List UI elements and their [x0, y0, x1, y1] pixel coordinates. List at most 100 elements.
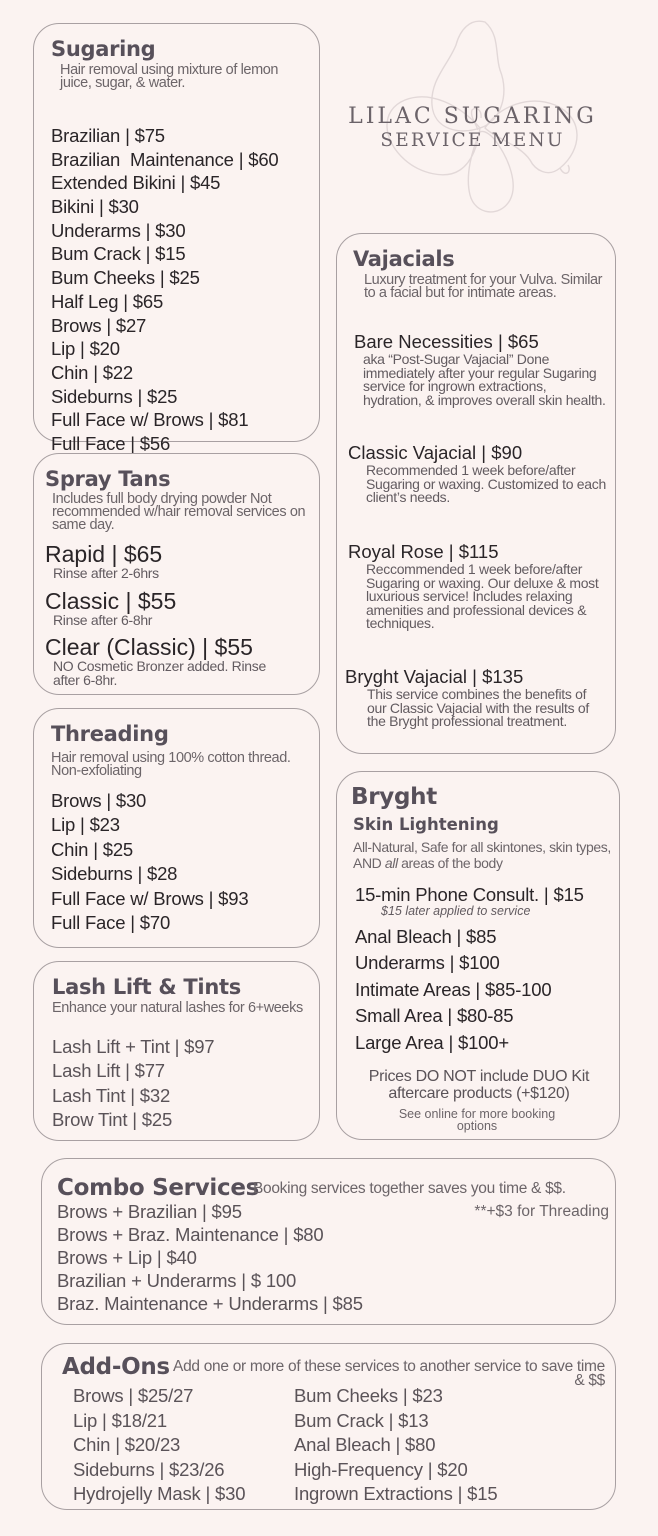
service-item: Brows + Brazilian | $95 — [57, 1201, 242, 1222]
service-item: Brazilian + Underarms | $ 100 — [57, 1270, 297, 1291]
service-item: Lash Lift | $77 — [52, 1060, 165, 1082]
service-item: Brows + Braz. Maintenance | $80 — [57, 1224, 324, 1245]
combo-title: Combo Services — [57, 1175, 260, 1201]
combo-card: Combo Services Booking services together… — [41, 1158, 616, 1325]
service-item: Brazilian | $75 — [51, 125, 165, 146]
vajacial-service: Classic Vajacial | $90 Recommended 1 wee… — [348, 442, 611, 505]
combo-tagline: Booking services together saves you time… — [253, 1180, 566, 1197]
service-item: Braz. Maintenance + Underarms | $85 — [57, 1293, 363, 1314]
service-item: Brow Tint | $25 — [52, 1108, 173, 1130]
addons-column-2: Bum Cheeks | $23 Bum Crack | $13 Anal Bl… — [294, 1384, 498, 1507]
service-item: Rapid | $65 — [45, 541, 163, 567]
service-item: Bare Necessities | $65 — [354, 331, 539, 352]
addons-title: Add-Ons — [62, 1354, 170, 1380]
service-item: Anal Bleach | $85 — [355, 925, 497, 947]
service-item: Full Face w/ Brows | $93 — [51, 887, 249, 909]
bryght-subtitle: Skin Lightening — [353, 815, 499, 834]
bryght-footnote: Prices DO NOT include DUO Kit aftercare … — [368, 1068, 590, 1102]
service-item: Bum Cheeks | $23 — [294, 1385, 443, 1406]
spray-tans-card: Spray Tans Includes full body drying pow… — [33, 453, 320, 695]
sugaring-card: Sugaring Hair removal using mixture of l… — [33, 23, 320, 454]
lash-list: Lash Lift + Tint | $97 Lash Lift | $77 L… — [52, 1035, 215, 1132]
service-item: Large Area | $100+ — [355, 1031, 509, 1053]
vajacials-title: Vajacials — [353, 247, 455, 271]
service-note: Recommended 1 week before/after Sugaring… — [366, 462, 606, 505]
service-item: Royal Rose | $115 — [348, 541, 499, 562]
threading-description: Hair removal using 100% cotton thread. N… — [51, 750, 291, 779]
menu-title: LILAC SUGARING SERVICE MENU — [330, 104, 615, 151]
service-item: Lip | $20 — [51, 338, 120, 360]
vajacial-service: Bryght Vajacial | $135 This service comb… — [345, 666, 597, 729]
title-line-2: SERVICE MENU — [380, 130, 565, 151]
threading-list: Brows | $30 Lip | $23 Chin | $25 Sidebur… — [51, 789, 249, 935]
vajacials-card: Vajacials Luxury treatment for your Vulv… — [336, 233, 616, 754]
sugaring-description: Hair removal using mixture of lemon juic… — [60, 62, 279, 91]
spray-tans-title: Spray Tans — [45, 467, 171, 491]
bryght-description: All-Natural, Safe for all skintones, ski… — [353, 839, 623, 871]
service-item: Brows | $25/27 — [73, 1385, 194, 1406]
service-item: Full Face w/ Brows | $81 — [51, 409, 249, 431]
service-note: Reccommended 1 week before/after Sugarin… — [366, 561, 599, 631]
lash-description: Enhance your natural lashes for 6+weeks — [52, 1000, 303, 1016]
service-item: Half Leg | $65 — [51, 290, 164, 312]
spray-tans-description: Includes full body drying powder Not rec… — [52, 491, 306, 533]
service-item: Sideburns | $25 — [51, 385, 178, 407]
service-item: Intimate Areas | $85-100 — [355, 978, 552, 1000]
service-item: Brazilian Maintenance | $60 — [51, 148, 279, 170]
addons-card: Add-Ons Add one or more of these service… — [41, 1343, 616, 1510]
service-note: aka “Post-Sugar Vajacial” Done immediate… — [363, 351, 606, 408]
service-item: Bum Crack | $13 — [294, 1409, 429, 1431]
bryght-card: Bryght Skin Lightening All-Natural, Safe… — [336, 771, 620, 1140]
lash-card: Lash Lift & Tints Enhance your natural l… — [33, 961, 320, 1141]
bryght-title: Bryght — [351, 784, 437, 810]
title-line-1: LILAC SUGARING — [348, 104, 597, 129]
service-item: Underarms | $100 — [355, 952, 500, 974]
sugaring-title: Sugaring — [51, 37, 156, 61]
service-item: Anal Bleach | $80 — [294, 1434, 436, 1456]
service-item: Sideburns | $23/26 — [73, 1458, 225, 1480]
service-item: Extended Bikini | $45 — [51, 172, 221, 194]
service-item: High-Frequency | $20 — [294, 1458, 468, 1480]
sugaring-list: Brazilian | $75 Brazilian Maintenance | … — [51, 124, 279, 456]
spray-tans-list: Rapid | $65 Rinse after 2-6hrs Classic |… — [45, 541, 283, 694]
service-item: Underarms | $30 — [51, 219, 186, 241]
service-item: Lash Tint | $32 — [52, 1084, 171, 1106]
vajacials-description: Luxury treatment for your Vulva. Similar… — [364, 272, 603, 301]
service-item: Full Face | $70 — [51, 911, 171, 933]
service-item: Hydrojelly Mask | $30 — [73, 1483, 246, 1505]
service-note: This service combines the benefits of ou… — [367, 686, 589, 729]
addons-column-1: Brows | $25/27 Lip | $18/21 Chin | $20/2… — [73, 1384, 246, 1507]
service-item: Bum Cheeks | $25 — [51, 267, 200, 289]
combo-list: Brows + Brazilian | $95 Brows + Braz. Ma… — [57, 1200, 363, 1315]
threading-card: Threading Hair removal using 100% cotton… — [33, 708, 320, 948]
bryght-list: 15-min Phone Consult. | $15 $15 later ap… — [355, 882, 584, 1057]
service-item: Brows | $30 — [51, 790, 147, 811]
vajacial-service: Bare Necessities | $65 aka “Post-Sugar V… — [354, 331, 608, 407]
service-item: Small Area | $80-85 — [355, 1005, 514, 1027]
service-item: Clear (Classic) | $55 — [45, 634, 253, 660]
bryght-online-note: See online for more booking options — [398, 1107, 556, 1133]
service-item: Classic | $55 — [45, 587, 177, 614]
vajacial-service: Royal Rose | $115 Reccommended 1 week be… — [348, 541, 611, 631]
service-item: Bikini | $30 — [51, 196, 139, 218]
service-item: Chin | $22 — [51, 361, 133, 383]
lash-title: Lash Lift & Tints — [52, 975, 241, 999]
threading-title: Threading — [51, 722, 169, 746]
service-item: Ingrown Extractions | $15 — [294, 1483, 498, 1505]
service-item: Chin | $25 — [51, 838, 133, 860]
description-emphasis: all — [384, 855, 398, 871]
service-item: Bum Crack | $15 — [51, 243, 186, 265]
service-item: Lip | $23 — [51, 814, 120, 836]
service-item: Sideburns | $28 — [51, 863, 178, 885]
description-text: areas of the body — [397, 855, 503, 871]
service-item: Lash Lift + Tint | $97 — [52, 1036, 215, 1057]
service-item: Bryght Vajacial | $135 — [345, 666, 524, 687]
service-item: Brows + Lip | $40 — [57, 1247, 197, 1268]
combo-threading-note: **+$3 for Threading — [474, 1203, 609, 1220]
service-note: NO Cosmetic Bronzer added. Rinse after 6… — [53, 658, 266, 688]
service-item: Brows | $27 — [51, 314, 147, 336]
service-note: Rinse after 2-6hrs — [53, 565, 159, 581]
service-item: Classic Vajacial | $90 — [348, 442, 523, 463]
service-note: Rinse after 6-8hr — [53, 611, 153, 628]
service-item: Lip | $18/21 — [73, 1409, 167, 1431]
